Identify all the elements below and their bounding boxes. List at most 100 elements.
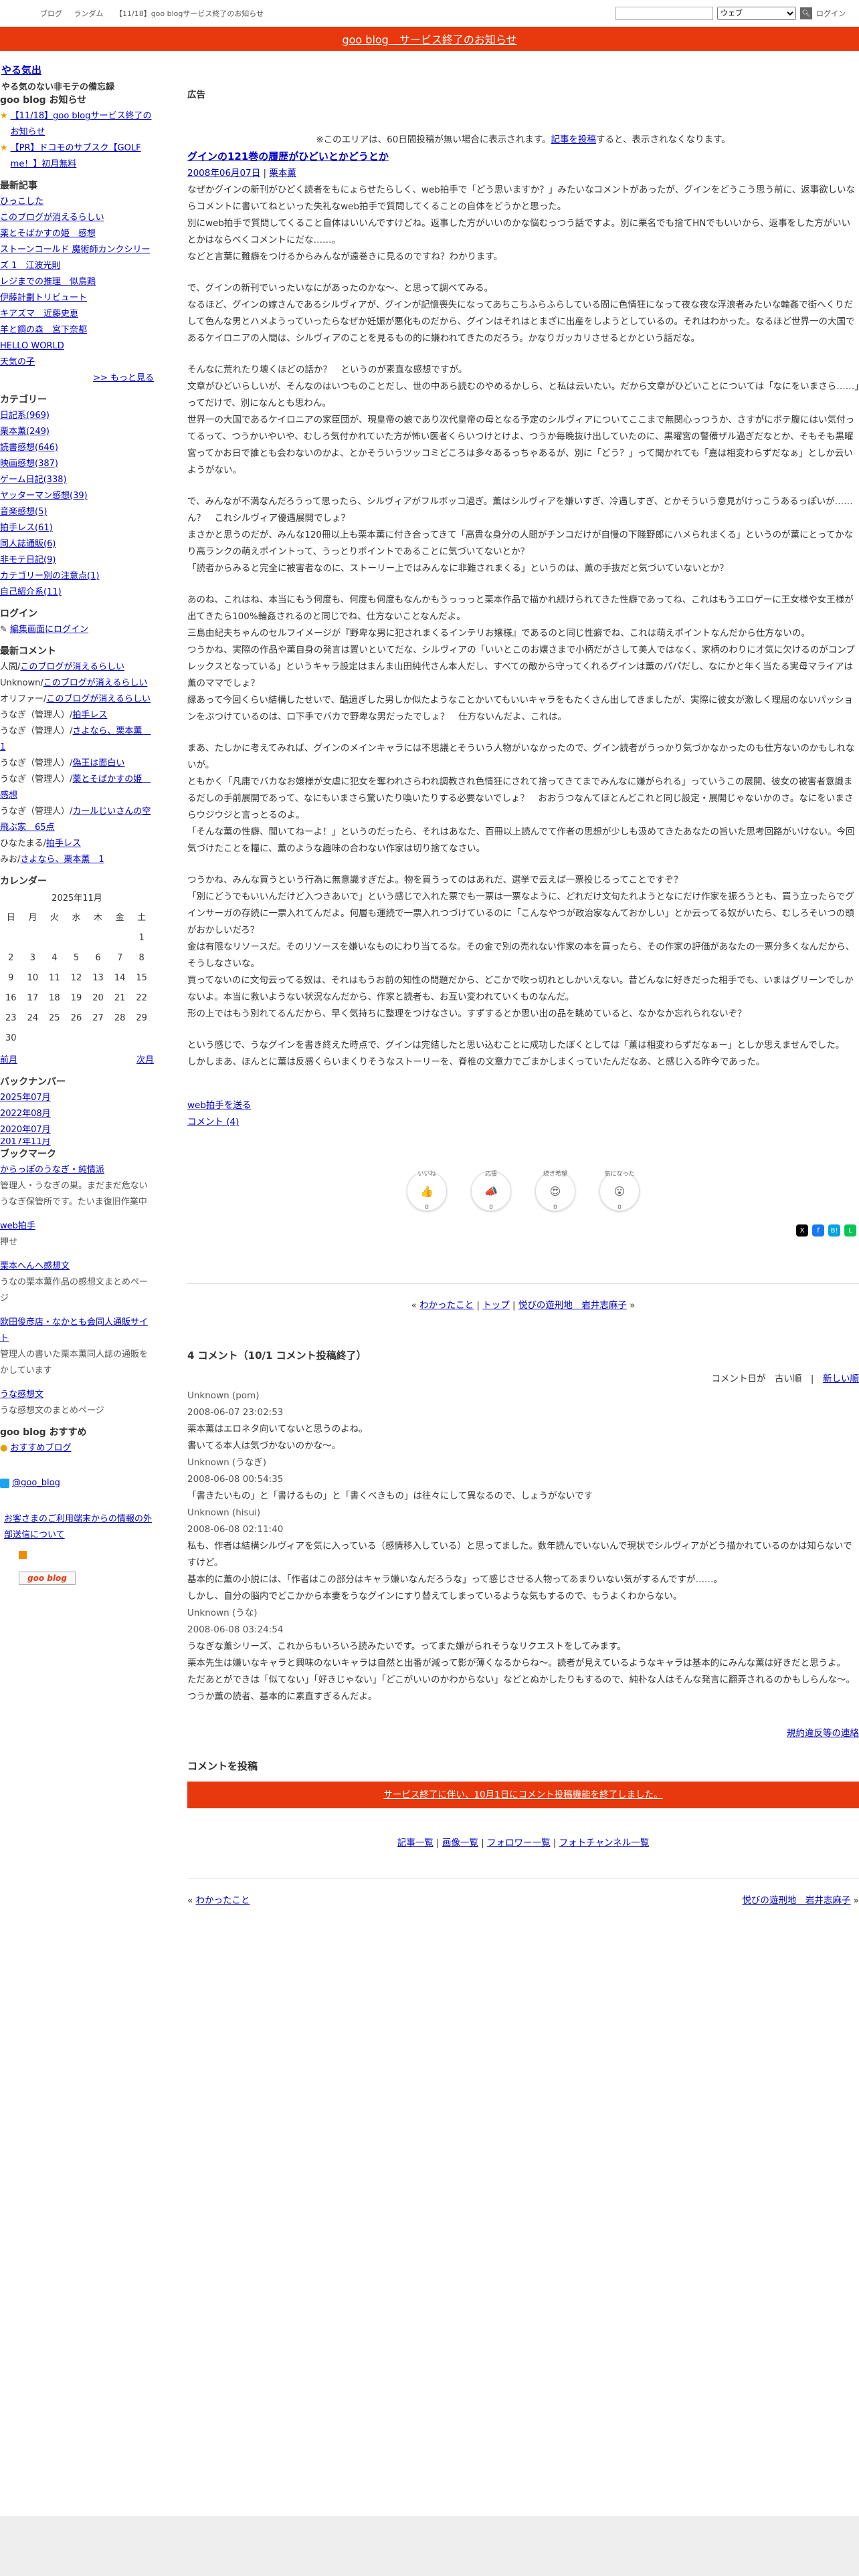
backnumber-item[interactable]: 2022年08月 (0, 1106, 154, 1122)
web-clap-link[interactable]: web拍手を送る (187, 1100, 251, 1111)
post-article-link[interactable]: 記事を投稿 (551, 134, 597, 145)
recent-item[interactable]: 伊藤計劃トリビュート (0, 290, 154, 306)
service-end-banner: goo blog サービス終了のお知らせ (0, 27, 859, 51)
recommend-link[interactable]: おすすめブログ (10, 1443, 71, 1453)
backnumber-item[interactable]: 2025年07月 (0, 1090, 154, 1106)
category-item[interactable]: 自己紹介系(11) (0, 584, 154, 601)
reaction-like[interactable]: いいね 👍 0 (407, 1171, 447, 1211)
next-post-link[interactable]: 悦びの遊刑地 岩井志麻子 (518, 1300, 627, 1311)
post-paragraph: で、みんなが不満なんだろうって思ったら、シルヴィアがフルボッコ過ぎ。薫はシルヴィ… (187, 496, 854, 574)
reaction-cheer[interactable]: 応援 📣 0 (471, 1171, 511, 1211)
heart-eyes-icon: 😍 (549, 1184, 561, 1198)
category-item[interactable]: 拍手レス(61) (0, 520, 154, 536)
search-input[interactable] (615, 7, 713, 20)
bulb-icon: ● (0, 1443, 8, 1453)
report-link[interactable]: 規約違反等の連絡 (787, 1728, 859, 1739)
external-send-notice-link[interactable]: お客さまのご利用端末からの情報の外部送信について (4, 1514, 152, 1540)
recent-comment: Unknown/このブログが消えるらしい (0, 678, 148, 688)
reaction-more[interactable]: 続き希望 😍 0 (535, 1171, 575, 1211)
top-link-notice[interactable]: 【11/18】goo blogサービス終了のお知らせ (115, 9, 264, 18)
top-link[interactable]: トップ (482, 1300, 510, 1311)
category-item[interactable]: 日記系(969) (0, 408, 154, 424)
post-paragraph: そんなに荒れたり壊くほどの話か？ というのが素直な感想ですが。 文章がひどいらし… (187, 364, 859, 475)
post-category[interactable]: 栗本薫 (269, 168, 296, 179)
category-item[interactable]: ゲーム日記(338) (0, 472, 154, 488)
more-link[interactable]: >> もっと見る (93, 373, 154, 383)
hatena-share-icon[interactable]: B! (828, 1224, 840, 1237)
comment-closed-link[interactable]: サービス終了に伴い、10月1日にコメント投稿機能を終了しました。 (383, 1790, 662, 1800)
post-paragraph: まあ、たしかに考えてみれば、グインのメインキャラには不思議とそういう人物がいなか… (187, 743, 855, 854)
bookmark-link[interactable]: 欧田俊彦店・なかとも会同人通販サイト (0, 1315, 154, 1347)
post-body: なぜかグインの新刊がひどく読者をもにょらせたらしく、web拍手で「どう思いますか… (187, 182, 859, 1071)
bottom-prev-link[interactable]: わかったこと (196, 1895, 250, 1906)
recent-heading: 最新記事 (0, 181, 37, 191)
login-link[interactable]: ログイン (816, 8, 846, 19)
bottom-next-link[interactable]: 悦びの遊刑地 岩井志麻子 (742, 1895, 850, 1906)
category-item[interactable]: 読書感想(646) (0, 440, 154, 456)
service-end-link[interactable]: goo blog サービス終了のお知らせ (342, 31, 516, 47)
comments-title: 4 コメント（10/1 コメント投稿終了） (187, 1350, 367, 1362)
line-share-icon[interactable]: L (844, 1224, 856, 1237)
notice-link-2[interactable]: 【PR】ドコモのサブスク【GOLF me！】初月無料 (11, 140, 154, 173)
bookmark-link[interactable]: うな感想文 (0, 1387, 154, 1403)
articles-list-link[interactable]: 記事一覧 (397, 1838, 434, 1848)
recent-item[interactable]: 羊と鋼の森 宮下奈都 (0, 322, 154, 338)
top-link-random[interactable]: ランダム (74, 9, 104, 18)
comment-item: Unknown (hisui) 2008-06-08 02:11:40 私も、作… (187, 1507, 852, 1602)
calendar-next[interactable]: 次月 (136, 1053, 154, 1069)
bookmark-link[interactable]: 栗本へんへ感想文 (0, 1259, 154, 1275)
category-item[interactable]: 同人誌通販(6) (0, 536, 154, 552)
recent-item[interactable]: このブログが消えるらしい (0, 210, 154, 226)
category-item[interactable]: 栗本薫(249) (0, 424, 154, 440)
recent-item[interactable]: 天気の子 (0, 354, 154, 370)
images-list-link[interactable]: 画像一覧 (442, 1838, 478, 1848)
goo-blog-logo[interactable]: goo blog (19, 1572, 76, 1585)
comment-count-link[interactable]: コメント (4) (187, 1117, 239, 1128)
reaction-curious[interactable]: 気になった 😮 0 (599, 1171, 640, 1211)
rss-icon[interactable] (19, 1551, 27, 1559)
recent-item[interactable]: レジまでの推理 似鳥鶏 (0, 274, 154, 290)
followers-list-link[interactable]: フォロワー一覧 (487, 1838, 551, 1848)
bookmark-link[interactable]: からっぽのうなぎ・純情派 (0, 1162, 154, 1178)
backnumber-item[interactable]: 2017年11月 (0, 1138, 154, 1146)
post-title[interactable]: グインの121巻の履歴がひどいとかどうとか (187, 150, 389, 163)
category-item[interactable]: ヤッターマン感想(39) (0, 488, 154, 504)
x-share-icon[interactable]: X (796, 1224, 808, 1237)
calendar-month: 2025年11月 (52, 893, 102, 903)
order-new-link[interactable]: 新しい順 (823, 1374, 859, 1384)
comment-order: コメント日が 古い順 | 新しい順 (711, 1374, 859, 1384)
category-item[interactable]: カテゴリー別の注意点(1) (0, 568, 154, 584)
calendar-prev[interactable]: 前月 (0, 1053, 17, 1069)
recent-comment: うなぎ（管理人）/薬とそばかすの姫 感想 (0, 774, 151, 800)
category-item[interactable]: 音楽感想(5) (0, 504, 154, 520)
bookmark-desc: うな感想文のまとめページ (0, 1406, 104, 1416)
recent-item[interactable]: ストーンコールド 魔術師カンクシリーズ 1 江波光則 (0, 242, 154, 274)
recent-comment: オリファー/このブログが消えるらしい (0, 694, 151, 704)
category-item[interactable]: 非モテ日記(9) (0, 552, 154, 568)
bookmark-desc: 押せ (0, 1237, 18, 1247)
recent-comment: うなぎ（管理人）/拍手レス (0, 710, 108, 720)
post-date[interactable]: 2008年06月07日 (187, 168, 260, 179)
login-heading: ログイン (0, 609, 37, 619)
prev-post-link[interactable]: わかったこと (419, 1300, 474, 1311)
recent-item[interactable]: HELLO WORLD (0, 338, 154, 354)
facebook-share-icon[interactable]: f (812, 1224, 824, 1237)
recent-item[interactable]: キアズマ 近藤史恵 (0, 306, 154, 322)
blog-title[interactable]: やる気出 (1, 64, 41, 76)
search-scope-select[interactable]: ウェブ (717, 7, 796, 20)
notice-link-1[interactable]: 【11/18】goo blogサービス終了のお知らせ (11, 108, 154, 140)
search-button[interactable]: 🔍︎ (800, 7, 812, 19)
backnumber-item[interactable]: 2020年07月 (0, 1122, 154, 1138)
recent-item[interactable]: ひっこした (0, 194, 154, 210)
star-icon: ★ (0, 143, 8, 153)
recent-item[interactable]: 薬とそばかすの姫 感想 (0, 226, 154, 242)
edit-login-link[interactable]: 編集画面にログイン (10, 625, 88, 635)
bookmark-link[interactable]: web拍手 (0, 1218, 154, 1235)
twitter-link[interactable]: @goo_blog (12, 1478, 60, 1488)
recent-comment: うなぎ（管理人）/偽王は面白い (0, 758, 125, 768)
photo-channel-link[interactable]: フォトチャンネル一覧 (559, 1838, 650, 1848)
bookmark-desc: うなの栗本薫作品の感想文まとめページ (0, 1277, 149, 1303)
recent-comment: うなぎ（管理人）/さよなら、栗本薫 1 (0, 726, 151, 752)
top-link-blog[interactable]: ブログ (40, 9, 62, 18)
category-item[interactable]: 映画感想(387) (0, 456, 154, 472)
